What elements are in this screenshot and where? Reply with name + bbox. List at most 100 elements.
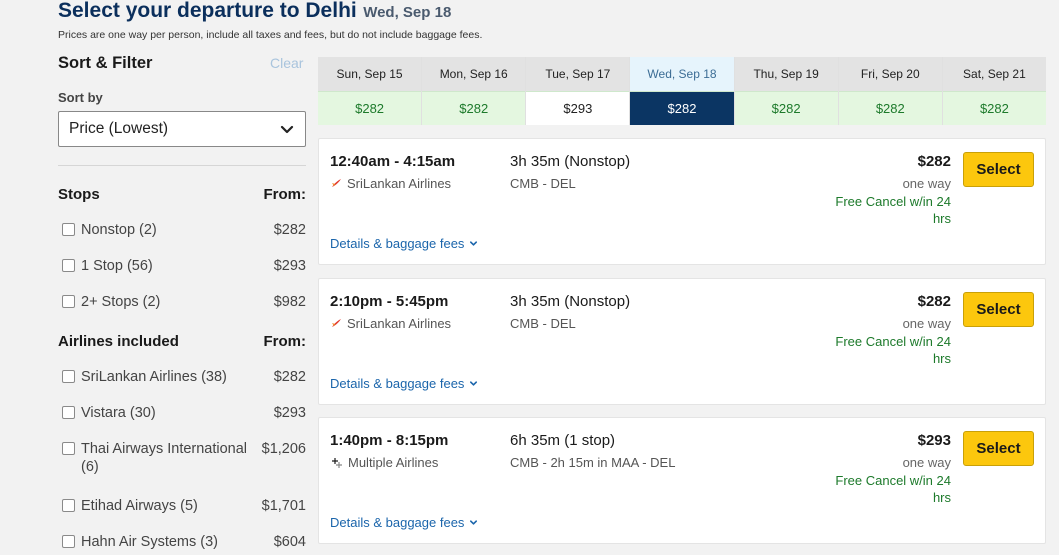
checkbox[interactable] bbox=[62, 499, 75, 512]
checkbox[interactable] bbox=[62, 259, 75, 272]
airline-filter-label: Thai Airways International (6) bbox=[81, 441, 248, 475]
airline-filter-price: $604 bbox=[273, 534, 306, 550]
stops-heading: Stops bbox=[58, 186, 100, 203]
airline-filter-price: $1,701 bbox=[261, 498, 306, 514]
airlines-heading: Airlines included bbox=[58, 333, 179, 350]
details-baggage-link[interactable]: Details & baggage fees bbox=[330, 515, 478, 530]
flight-airline: SriLankan Airlines bbox=[331, 316, 451, 331]
sort-by-label: Sort by bbox=[58, 90, 103, 105]
checkbox[interactable] bbox=[62, 442, 75, 455]
checkbox[interactable] bbox=[62, 406, 75, 419]
details-baggage-label: Details & baggage fees bbox=[330, 236, 465, 251]
stop-filter-label: 2+ Stops (2) bbox=[81, 294, 161, 310]
stop-filter-price: $293 bbox=[273, 258, 306, 274]
flight-duration: 3h 35m (Nonstop) bbox=[510, 293, 631, 310]
stops-from-label: From: bbox=[263, 186, 307, 203]
date-option-price: $282 bbox=[734, 91, 838, 125]
date-option-label: Thu, Sep 19 bbox=[734, 57, 838, 91]
free-cancel-note: Free Cancel w/in 24 hrs bbox=[835, 473, 951, 505]
date-option-price: $282 bbox=[318, 91, 422, 125]
stop-filter-label: Nonstop (2) bbox=[81, 222, 157, 238]
page-title: Select your departure to Delhi Wed, Sep … bbox=[58, 0, 451, 23]
free-cancel-note: Free Cancel w/in 24 hrs bbox=[835, 194, 951, 226]
srilankan-logo-icon bbox=[332, 319, 341, 327]
date-option[interactable]: Tue, Sep 17 $293 bbox=[526, 57, 631, 125]
flight-price-note: one way bbox=[902, 316, 951, 331]
stop-filter-row[interactable]: Nonstop (2) $282 bbox=[62, 221, 306, 239]
date-price-strip: Sun, Sep 15 $282 Mon, Sep 16 $282 Tue, S… bbox=[318, 57, 1046, 125]
multiple-airlines-icon bbox=[332, 457, 342, 468]
flight-result-card: 12:40am - 4:15am SriLankan Airlines 3h 3… bbox=[318, 138, 1046, 265]
flight-times: 2:10pm - 5:45pm bbox=[330, 293, 449, 310]
airlines-heading-row: Airlines included From: bbox=[58, 333, 306, 350]
select-flight-button[interactable]: Select bbox=[963, 152, 1034, 187]
airline-filter-price: $293 bbox=[273, 405, 306, 421]
sort-by-value: Price (Lowest) bbox=[69, 120, 169, 137]
date-option[interactable]: Fri, Sep 20 $282 bbox=[838, 57, 943, 125]
date-option-price: $293 bbox=[526, 91, 630, 125]
date-option-label: Mon, Sep 16 bbox=[422, 57, 526, 91]
free-cancel-note: Free Cancel w/in 24 hrs bbox=[835, 334, 951, 366]
airlines-from-label: From: bbox=[263, 333, 307, 350]
clear-filters-link[interactable]: Clear bbox=[270, 55, 303, 71]
sort-by-select[interactable]: Price (Lowest) bbox=[58, 111, 306, 147]
price-note: Prices are one way per person, include a… bbox=[58, 29, 483, 41]
details-baggage-label: Details & baggage fees bbox=[330, 515, 465, 530]
flight-airline: Multiple Airlines bbox=[331, 455, 438, 470]
details-baggage-link[interactable]: Details & baggage fees bbox=[330, 376, 478, 391]
date-option[interactable]: Sat, Sep 21 $282 bbox=[942, 57, 1046, 125]
airline-filter-row[interactable]: SriLankan Airlines (38) $282 bbox=[62, 368, 306, 386]
chevron-down-icon bbox=[470, 520, 478, 525]
checkbox[interactable] bbox=[62, 223, 75, 236]
stop-filter-row[interactable]: 1 Stop (56) $293 bbox=[62, 257, 306, 275]
stop-filter-price: $982 bbox=[273, 294, 306, 310]
flight-times: 1:40pm - 8:15pm bbox=[330, 432, 449, 449]
page-title-date: Wed, Sep 18 bbox=[363, 4, 452, 21]
date-option-price: $282 bbox=[838, 91, 942, 125]
airline-filter-row[interactable]: Hahn Air Systems (3) $604 bbox=[62, 533, 306, 551]
checkbox[interactable] bbox=[62, 295, 75, 308]
flight-airline-name: Multiple Airlines bbox=[348, 455, 439, 470]
date-option-label: Sat, Sep 21 bbox=[942, 57, 1046, 91]
airline-filter-label: Vistara (30) bbox=[81, 405, 156, 421]
flight-route: CMB - DEL bbox=[510, 176, 576, 191]
flight-price-note: one way bbox=[902, 176, 951, 191]
stop-filter-price: $282 bbox=[273, 222, 306, 238]
flight-route: CMB - DEL bbox=[510, 316, 576, 331]
chevron-down-icon bbox=[280, 125, 294, 134]
select-flight-button[interactable]: Select bbox=[963, 431, 1034, 466]
airline-filter-row[interactable]: Vistara (30) $293 bbox=[62, 404, 306, 422]
date-option-label: Tue, Sep 17 bbox=[526, 57, 630, 91]
date-option-label: Sun, Sep 15 bbox=[318, 57, 422, 91]
airline-filter-label: SriLankan Airlines (38) bbox=[81, 369, 227, 385]
date-option-selected[interactable]: Wed, Sep 18 $282 bbox=[630, 57, 735, 125]
flight-price-note: one way bbox=[902, 455, 951, 470]
flight-result-card: 1:40pm - 8:15pm Multiple Airlines 6h 35m… bbox=[318, 417, 1046, 544]
flight-price: $282 bbox=[917, 153, 951, 170]
sort-filter-title: Sort & Filter bbox=[58, 54, 153, 72]
date-option-price: $282 bbox=[942, 91, 1046, 125]
date-option-price: $282 bbox=[422, 91, 526, 125]
date-option[interactable]: Sun, Sep 15 $282 bbox=[318, 57, 423, 125]
date-option[interactable]: Mon, Sep 16 $282 bbox=[422, 57, 527, 125]
airline-filter-row[interactable]: Thai Airways International (6) $1,206 bbox=[62, 440, 306, 476]
airline-filter-row[interactable]: Etihad Airways (5) $1,701 bbox=[62, 497, 306, 515]
flight-times: 12:40am - 4:15am bbox=[330, 153, 456, 170]
select-flight-button[interactable]: Select bbox=[963, 292, 1034, 327]
stop-filter-row[interactable]: 2+ Stops (2) $982 bbox=[62, 293, 306, 311]
checkbox[interactable] bbox=[62, 535, 75, 548]
flight-result-card: 2:10pm - 5:45pm SriLankan Airlines 3h 35… bbox=[318, 278, 1046, 405]
srilankan-logo-icon bbox=[332, 179, 341, 187]
date-option[interactable]: Thu, Sep 19 $282 bbox=[734, 57, 839, 125]
checkbox[interactable] bbox=[62, 370, 75, 383]
flight-route: CMB - 2h 15m in MAA - DEL bbox=[510, 455, 676, 470]
sidebar-divider bbox=[58, 165, 306, 166]
date-option-label: Wed, Sep 18 bbox=[630, 57, 734, 91]
airline-filter-label: Etihad Airways (5) bbox=[81, 498, 198, 514]
details-baggage-link[interactable]: Details & baggage fees bbox=[330, 236, 478, 251]
airline-filter-label: Hahn Air Systems (3) bbox=[81, 534, 218, 550]
flight-price: $293 bbox=[917, 432, 951, 449]
flight-airline-name: SriLankan Airlines bbox=[347, 316, 452, 331]
flight-airline-name: SriLankan Airlines bbox=[347, 176, 452, 191]
flight-price: $282 bbox=[917, 293, 951, 310]
